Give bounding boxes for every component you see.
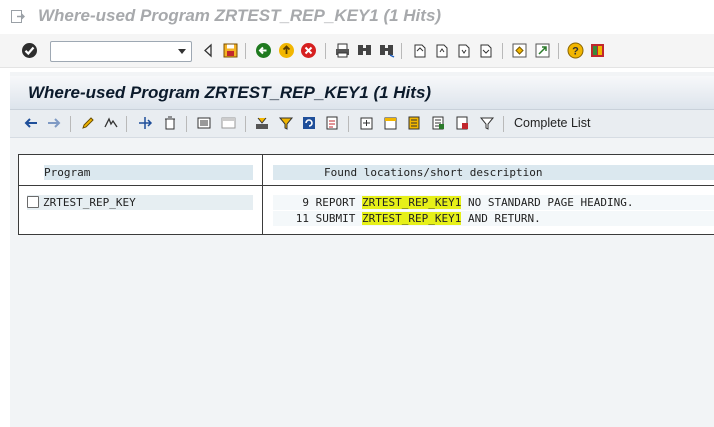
sap-window: Where-used Program ZRTEST_REP_KEY1 (1 Hi…	[0, 0, 714, 427]
program-row[interactable]: ZRTEST_REP_KEY	[27, 195, 253, 210]
where-used-result-list: Program Found locations/short descriptio…	[18, 154, 714, 235]
create-session-icon[interactable]	[511, 42, 528, 59]
column-divider	[262, 155, 263, 234]
toolbar-separator	[245, 43, 246, 59]
select-all-icon[interactable]	[358, 115, 374, 131]
chevron-down-icon[interactable]	[178, 49, 186, 54]
set-filter-icon[interactable]	[479, 115, 495, 131]
shortcut-icon[interactable]	[534, 42, 551, 59]
screen-title-bar: Where-used Program ZRTEST_REP_KEY1 (1 Hi…	[10, 76, 714, 110]
hit-line-number: 11	[295, 212, 309, 225]
command-field[interactable]	[50, 41, 192, 62]
svg-text:?: ?	[572, 46, 579, 58]
hit-code-before: SUBMIT	[315, 212, 362, 225]
display-change-icon[interactable]	[103, 115, 119, 131]
first-page-icon[interactable]	[411, 42, 428, 59]
find-icon[interactable]	[356, 42, 373, 59]
hit-highlight: ZRTEST_REP_KEY1	[361, 196, 462, 209]
header-divider	[19, 185, 714, 186]
column-header-program[interactable]: Program	[44, 165, 253, 180]
export-icon[interactable]	[324, 115, 340, 131]
last-page-icon[interactable]	[477, 42, 494, 59]
hit-code-after: AND RETURN.	[461, 212, 541, 225]
exit-window-icon[interactable]	[11, 10, 25, 23]
program-checkbox[interactable]	[27, 196, 39, 208]
print-icon[interactable]	[254, 115, 270, 131]
help-icon[interactable]: ?	[567, 42, 584, 59]
collapse-left-icon[interactable]	[200, 42, 217, 59]
toolbar-separator	[502, 43, 503, 59]
delete-icon[interactable]	[162, 115, 178, 131]
program-name[interactable]: ZRTEST_REP_KEY	[43, 195, 136, 210]
select-block-icon[interactable]	[382, 115, 398, 131]
details-icon[interactable]	[406, 115, 422, 131]
hit-line[interactable]: 9 REPORT ZRTEST_REP_KEY1 NO STANDARD PAG…	[273, 195, 714, 210]
back-icon[interactable]	[255, 42, 272, 59]
layout-icon[interactable]	[589, 42, 606, 59]
window-icon[interactable]	[220, 115, 236, 131]
hit-line[interactable]: 11 SUBMIT ZRTEST_REP_KEY1 AND RETURN.	[273, 211, 714, 226]
column-header-found-locations[interactable]: Found locations/short description	[273, 165, 714, 180]
list-icon[interactable]	[196, 115, 212, 131]
hit-code-after: NO STANDARD PAGE HEADING.	[461, 196, 634, 209]
window-title: Where-used Program ZRTEST_REP_KEY1 (1 Hi…	[38, 6, 442, 25]
hit-code-before: REPORT	[315, 196, 362, 209]
toolbar-separator	[401, 43, 402, 59]
window-title-bar: Where-used Program ZRTEST_REP_KEY1 (1 Hi…	[0, 0, 714, 34]
next-page-icon[interactable]	[455, 42, 472, 59]
back-arrow-icon[interactable]	[23, 115, 39, 131]
green-check-icon[interactable]	[21, 42, 38, 59]
hit-line-number: 9	[302, 196, 309, 209]
screen-title: Where-used Program ZRTEST_REP_KEY1 (1 Hi…	[28, 83, 432, 102]
command-input[interactable]	[54, 44, 172, 59]
application-toolbar: Complete List	[10, 110, 714, 138]
system-toolbar: ?	[0, 34, 714, 68]
forward-arrow-icon[interactable]	[46, 115, 62, 131]
cancel-icon[interactable]	[300, 42, 317, 59]
toolbar-separator	[558, 43, 559, 59]
hit-highlight: ZRTEST_REP_KEY1	[361, 212, 462, 225]
complete-list-button[interactable]: Complete List	[514, 116, 590, 130]
toolbar-separator	[186, 116, 187, 132]
toolbar-separator	[70, 116, 71, 132]
previous-page-icon[interactable]	[433, 42, 450, 59]
toolbar-separator	[245, 116, 246, 132]
screen-area: Where-used Program ZRTEST_REP_KEY1 (1 Hi…	[10, 72, 714, 427]
toolbar-separator	[126, 116, 127, 132]
filter-icon[interactable]	[278, 115, 294, 131]
edit-pencil-icon[interactable]	[80, 115, 96, 131]
navigate-icon[interactable]	[137, 115, 153, 131]
print-icon[interactable]	[334, 42, 351, 59]
delete-mark-icon[interactable]	[454, 115, 470, 131]
find-next-icon[interactable]	[378, 42, 395, 59]
toolbar-separator	[503, 116, 504, 132]
toolbar-separator	[325, 43, 326, 59]
save-icon[interactable]	[222, 42, 239, 59]
refresh-icon[interactable]	[301, 115, 317, 131]
toolbar-separator	[348, 116, 349, 132]
details2-icon[interactable]	[430, 115, 446, 131]
exit-icon[interactable]	[278, 42, 295, 59]
